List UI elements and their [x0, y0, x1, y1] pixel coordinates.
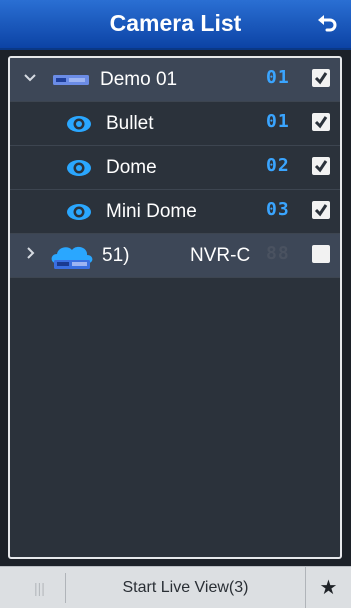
- channel-number: 01: [266, 67, 290, 88]
- check-icon: [314, 160, 328, 173]
- tree-label: Dome: [106, 157, 157, 178]
- check-icon: [314, 72, 328, 85]
- camera-eye-icon: [67, 204, 91, 220]
- checkbox[interactable]: [312, 69, 330, 87]
- channel-number: 02: [266, 155, 290, 176]
- cloud-nvr-icon: [51, 246, 93, 269]
- tree-row-nvr[interactable]: 51) NVR-C 88: [10, 234, 340, 278]
- chevron-down-icon[interactable]: [23, 70, 37, 84]
- start-live-view-button[interactable]: Start Live View(3): [66, 567, 306, 608]
- tree-label: Mini Dome: [106, 201, 197, 222]
- checkbox[interactable]: [312, 113, 330, 131]
- tree-row-camera[interactable]: Bullet 01: [10, 102, 340, 146]
- camera-tree: Demo 01 01 Bullet 01 Dome 02 Mini Dome 0…: [8, 56, 342, 559]
- tree-label-right: NVR-C: [190, 245, 251, 266]
- bottom-toolbar: ||| Start Live View(3) ★: [0, 566, 351, 608]
- dvr-device-icon: [53, 75, 89, 85]
- camera-eye-icon: [67, 116, 91, 132]
- camera-eye-icon: [67, 160, 91, 176]
- channel-number: 01: [266, 111, 290, 132]
- tree-label: Bullet: [106, 113, 154, 134]
- check-icon: [314, 116, 328, 129]
- checkbox[interactable]: [312, 157, 330, 175]
- back-icon[interactable]: [315, 14, 339, 36]
- grip-handle[interactable]: |||: [14, 573, 66, 603]
- check-icon: [314, 204, 328, 217]
- favorite-star-icon[interactable]: ★: [306, 567, 351, 608]
- tree-row-camera[interactable]: Mini Dome 03: [10, 190, 340, 234]
- chevron-right-icon[interactable]: [23, 246, 37, 260]
- checkbox[interactable]: [312, 245, 330, 263]
- page-title: Camera List: [109, 10, 242, 36]
- checkbox[interactable]: [312, 201, 330, 219]
- channel-number: 88: [266, 243, 290, 264]
- title-bar: Camera List: [0, 0, 351, 50]
- tree-row-demo01[interactable]: Demo 01 01: [10, 58, 340, 102]
- tree-label: Demo 01: [100, 69, 178, 90]
- tree-row-camera[interactable]: Dome 02: [10, 146, 340, 190]
- channel-number: 03: [266, 199, 290, 220]
- tree-label-left: 51): [102, 245, 130, 266]
